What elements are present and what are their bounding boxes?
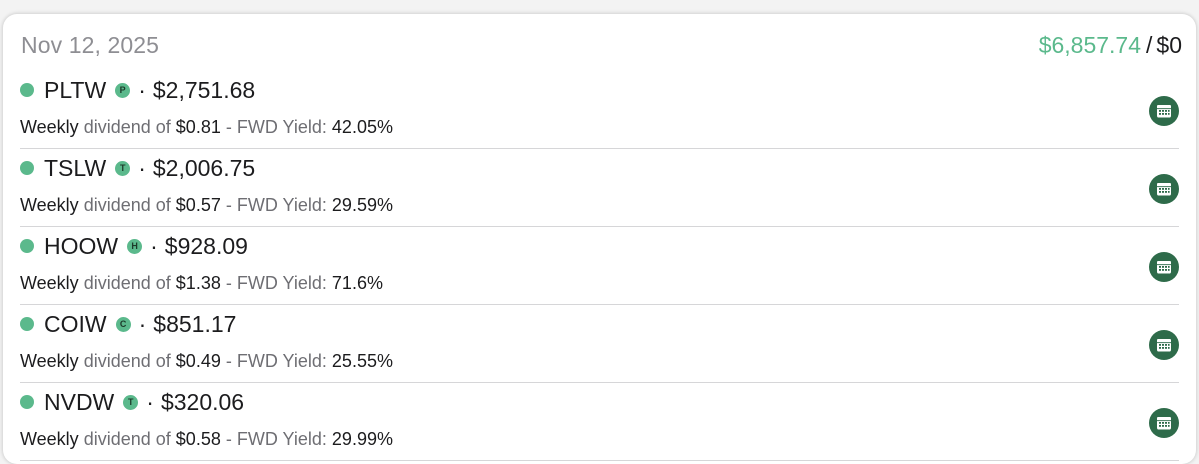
dividend-frequency: Weekly <box>20 273 79 293</box>
holding-value: $2,751.68 <box>152 76 256 103</box>
fwd-yield-value: 29.99% <box>331 429 393 449</box>
status-dot <box>20 395 34 409</box>
bullet-separator: · <box>138 76 146 103</box>
dividend-amount: $0.58 <box>175 429 221 449</box>
dash-separator: - <box>225 429 232 449</box>
calendar-button[interactable] <box>1149 252 1179 282</box>
dash-separator: - <box>225 273 232 293</box>
dividend-day-card: Nov 12, 2025 $6,857.74/$0 PLTW P · $2,751.6… <box>3 14 1196 464</box>
status-dot <box>20 317 34 331</box>
dividend-frequency: Weekly <box>20 351 79 371</box>
calendar-button[interactable] <box>1149 174 1179 204</box>
status-dot <box>20 83 34 97</box>
fwd-yield-label: FWD Yield: <box>236 351 327 371</box>
bullet-separator: · <box>146 388 154 415</box>
holding-value: $851.17 <box>153 310 237 337</box>
dash-separator: - <box>225 195 232 215</box>
dividend-of-label: dividend of <box>83 117 171 137</box>
calendar-icon <box>1157 183 1171 196</box>
dividend-details: Weekly dividend of $0.81 - FWD Yield: 42… <box>20 117 393 138</box>
dividend-of-label: dividend of <box>83 429 171 449</box>
bullet-separator: · <box>138 154 146 181</box>
fwd-yield-value: 25.55% <box>331 351 393 371</box>
secondary-amount: $0 <box>1156 32 1182 58</box>
fwd-yield-label: FWD Yield: <box>236 117 327 137</box>
dividend-frequency: Weekly <box>20 117 79 137</box>
dividend-details: Weekly dividend of $0.58 - FWD Yield: 29… <box>20 429 393 450</box>
ticker-symbol: COIW <box>44 310 107 337</box>
holding-row[interactable]: NVDW T · $320.06 Weekly dividend of $0.58 - … <box>3 383 1196 461</box>
holding-value: $928.09 <box>164 232 248 259</box>
dividend-details: Weekly dividend of $0.49 - FWD Yield: 25… <box>20 351 393 372</box>
holding-title: NVDW T · $320.06 <box>20 385 244 419</box>
fwd-yield-label: FWD Yield: <box>236 273 327 293</box>
total-amount: $6,857.74 <box>1038 32 1142 58</box>
dividend-amount: $1.38 <box>175 273 221 293</box>
ticker-badge: H <box>127 238 143 254</box>
fwd-yield-value: 42.05% <box>331 117 393 137</box>
ticker-symbol: HOOW <box>44 232 119 259</box>
calendar-button[interactable] <box>1149 330 1179 360</box>
holding-row[interactable]: HOOW H · $928.09 Weekly dividend of $1.38 - … <box>3 227 1196 305</box>
dash-separator: - <box>225 351 232 371</box>
dividend-of-label: dividend of <box>83 273 171 293</box>
calendar-icon <box>1157 339 1171 352</box>
ticker-symbol: PLTW <box>44 76 107 103</box>
dividend-details: Weekly dividend of $1.38 - FWD Yield: 71… <box>20 273 383 294</box>
holding-value: $320.06 <box>160 388 245 415</box>
status-dot <box>20 239 34 253</box>
fwd-yield-value: 71.6% <box>331 273 383 293</box>
payout-date: Nov 12, 2025 <box>21 32 160 58</box>
ticker-badge: T <box>123 394 139 410</box>
dividend-amount: $0.49 <box>175 351 221 371</box>
fwd-yield-label: FWD Yield: <box>236 195 327 215</box>
calendar-icon <box>1157 105 1171 118</box>
holding-row[interactable]: TSLW T · $2,006.75 Weekly dividend of $0.57 … <box>3 149 1196 227</box>
totals-summary: $6,857.74/$0 <box>1039 32 1182 59</box>
bullet-separator: · <box>150 232 158 259</box>
holding-title: HOOW H · $928.09 <box>20 229 248 263</box>
holding-row[interactable]: COIW C · $851.17 Weekly dividend of $0.49 - … <box>3 305 1196 383</box>
ticker-symbol: TSLW <box>44 154 107 181</box>
dividend-of-label: dividend of <box>83 195 171 215</box>
row-divider <box>20 460 1179 461</box>
dividend-amount: $0.81 <box>175 117 221 137</box>
dividend-frequency: Weekly <box>20 195 79 215</box>
dividend-of-label: dividend of <box>83 351 171 371</box>
ticker-badge: P <box>115 82 131 98</box>
ticker-badge: C <box>115 316 131 332</box>
dash-separator: - <box>225 117 232 137</box>
holding-value: $2,006.75 <box>152 154 256 181</box>
dividend-amount: $0.57 <box>175 195 221 215</box>
fwd-yield-label: FWD Yield: <box>236 429 327 449</box>
calendar-button[interactable] <box>1149 408 1179 438</box>
bullet-separator: · <box>138 310 147 337</box>
calendar-icon <box>1157 417 1171 430</box>
card-header: Nov 12, 2025 $6,857.74/$0 <box>3 14 1196 74</box>
dividend-frequency: Weekly <box>20 429 79 449</box>
calendar-button[interactable] <box>1149 96 1179 126</box>
calendar-icon <box>1157 261 1171 274</box>
dividend-details: Weekly dividend of $0.57 - FWD Yield: 29… <box>20 195 393 216</box>
holding-title: PLTW P · $2,751.68 <box>20 73 255 107</box>
fwd-yield-value: 29.59% <box>331 195 393 215</box>
status-dot <box>20 161 34 175</box>
ticker-badge: T <box>115 160 131 176</box>
holding-title: COIW C · $851.17 <box>20 307 236 341</box>
totals-separator: / <box>1146 32 1153 58</box>
ticker-symbol: NVDW <box>44 388 115 415</box>
holding-title: TSLW T · $2,006.75 <box>20 151 255 185</box>
holding-row[interactable]: PLTW P · $2,751.68 Weekly dividend of $0.81 … <box>3 71 1196 149</box>
